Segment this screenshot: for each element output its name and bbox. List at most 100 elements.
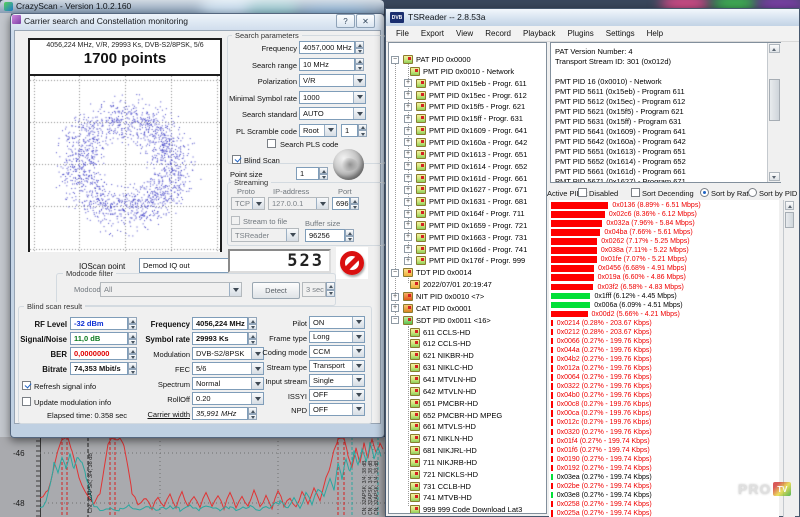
modcode-select[interactable]: All	[100, 282, 242, 297]
dropdown-field[interactable]: AUTO	[299, 107, 366, 120]
pid-row-text[interactable]: 0x0322 (0.27% - 199.76 Kbps)	[557, 383, 652, 390]
dropdown-field[interactable]: Single	[309, 374, 365, 387]
scrollbar-thumb[interactable]	[785, 212, 794, 228]
search-pls-checkbox[interactable]	[267, 139, 276, 148]
pat-scrollbar[interactable]	[767, 43, 781, 182]
spin-buttons[interactable]	[248, 332, 257, 345]
pid-row-text[interactable]: 0x03e8 (0.27% - 199.74 Kbps)	[557, 492, 652, 499]
expand-icon[interactable]: +	[404, 79, 412, 87]
menu-record[interactable]: Record	[479, 29, 517, 38]
interval-spin-buttons[interactable]	[326, 282, 335, 297]
sort-by-rate-radio[interactable]	[700, 188, 709, 197]
ip-address-select[interactable]: 127.0.0.1	[268, 197, 329, 210]
expand-icon[interactable]: +	[404, 210, 412, 218]
menu-view[interactable]: View	[450, 29, 479, 38]
pl-scramble-value-field[interactable]: 1	[341, 124, 358, 137]
pid-row-text[interactable]: 0x04ba (7.66% - 5.61 Mbps)	[604, 229, 692, 236]
menu-file[interactable]: File	[390, 29, 415, 38]
scroll-down-icon[interactable]	[769, 172, 780, 181]
scroll-up-icon[interactable]	[785, 201, 794, 210]
pid-row-text[interactable]: 0x04b2 (0.27% - 199.76 Kbps)	[557, 356, 652, 363]
point-size-spin-buttons[interactable]	[319, 167, 328, 180]
stream-to-file-checkbox[interactable]	[231, 216, 240, 225]
dropdown-field[interactable]: OFF	[309, 403, 365, 416]
help-button[interactable]: ?	[336, 14, 355, 28]
expand-icon[interactable]: +	[404, 233, 412, 241]
pid-row-text[interactable]: 0x02c6 (8.36% - 6.12 Mbps)	[609, 211, 697, 218]
refresh-signal-checkbox[interactable]	[22, 381, 31, 390]
expand-icon[interactable]: +	[404, 186, 412, 194]
dropdown-field[interactable]: Normal	[192, 377, 264, 390]
pid-row-text[interactable]: 0x0066 (0.27% - 199.76 Kbps)	[557, 338, 652, 345]
tsreader-titlebar[interactable]: DVB TSReader -- 2.8.53a	[386, 9, 799, 27]
pid-row-text[interactable]: 0x01fe (7.07% - 5.21 Mbps)	[601, 256, 687, 263]
pid-row-text[interactable]: 0x0456 (6.68% - 4.91 Mbps)	[598, 265, 686, 272]
expand-icon[interactable]: +	[391, 293, 399, 301]
pid-row-text[interactable]: 0x02be (0.27% - 199.74 Kbps)	[557, 483, 652, 490]
proto-select[interactable]: TCP	[231, 197, 265, 210]
expand-icon[interactable]: +	[404, 174, 412, 182]
pid-row-text[interactable]: 0x038a (7.11% - 5.22 Mbps)	[601, 247, 689, 254]
pid-row-text[interactable]: 0x025a (0.27% - 199.74 Kbps)	[557, 510, 652, 517]
expand-icon[interactable]: +	[404, 245, 412, 253]
pid-row-text[interactable]: 0x03ea (0.27% - 199.74 Kbps)	[557, 474, 652, 481]
expand-icon[interactable]: +	[404, 91, 412, 99]
dropdown-field[interactable]: 5/6	[192, 362, 264, 375]
value-field[interactable]: 4057,000 MHz	[299, 41, 355, 54]
value-field[interactable]: 4056,224 MHz	[192, 317, 248, 330]
spin-buttons[interactable]	[355, 58, 364, 71]
expand-icon[interactable]: +	[404, 257, 412, 265]
consumer-select[interactable]: TSReader	[231, 228, 299, 242]
value-field[interactable]: 10 MHz	[299, 58, 355, 71]
scroll-up-icon[interactable]	[769, 44, 780, 53]
port-spin-buttons[interactable]	[350, 197, 359, 210]
pid-scrollbar[interactable]	[783, 200, 795, 517]
menu-plugins[interactable]: Plugins	[561, 29, 599, 38]
dropdown-field[interactable]: OFF	[309, 389, 365, 402]
pid-row-text[interactable]: 0x01f6 (0.27% - 199.74 Kbps)	[557, 447, 650, 454]
value-field[interactable]: 11,0 dB	[70, 332, 128, 345]
collapse-icon[interactable]: −	[391, 316, 399, 324]
detect-button[interactable]: Detect	[252, 282, 300, 299]
collapse-icon[interactable]: −	[391, 269, 399, 277]
pid-row-text[interactable]: 0x0064 (0.27% - 199.76 Kbps)	[557, 374, 652, 381]
dropdown-field[interactable]: Long	[309, 331, 365, 344]
pid-row-text[interactable]: 0x012a (0.27% - 199.76 Kbps)	[557, 365, 652, 372]
spin-buttons[interactable]	[248, 317, 257, 330]
menu-export[interactable]: Export	[415, 29, 450, 38]
value-field[interactable]: 74,353 Mbit/s	[70, 362, 128, 375]
spin-buttons[interactable]	[128, 347, 137, 360]
expand-icon[interactable]: +	[404, 103, 412, 111]
spin-buttons[interactable]	[355, 41, 364, 54]
dropdown-field[interactable]: DVB-S2/8PSK	[192, 347, 264, 360]
dropdown-field[interactable]: Transport	[309, 360, 365, 373]
pid-row-text[interactable]: 0x0262 (7.17% - 5.25 Mbps)	[601, 238, 689, 245]
pid-row-text[interactable]: 0x00c8 (0.27% - 199.76 Kbps)	[557, 401, 652, 408]
expand-icon[interactable]: +	[404, 138, 412, 146]
blind-scan-checkbox[interactable]	[232, 155, 241, 164]
collapse-icon[interactable]: −	[391, 56, 399, 64]
pid-row-text[interactable]: 0x0212 (0.28% - 203.67 Kbps)	[557, 329, 652, 336]
pid-row-text[interactable]: 0x0192 (0.27% - 199.74 Kbps)	[557, 465, 652, 472]
detect-interval-field[interactable]: 3 sec	[302, 282, 326, 297]
pid-row-text[interactable]: 0x04b0 (0.27% - 199.76 Kbps)	[557, 392, 652, 399]
value-field[interactable]: 35,991 MHz	[192, 407, 248, 420]
expand-icon[interactable]: +	[404, 162, 412, 170]
expand-icon[interactable]: +	[404, 150, 412, 158]
crazyscan-window-titlebar[interactable]: CrazyScan - Version 1.0.2.160	[0, 0, 384, 14]
disabled-checkbox[interactable]	[578, 188, 587, 197]
pid-row-text[interactable]: 0x0136 (8.89% - 6.51 Mbps)	[612, 202, 700, 209]
value-field[interactable]: 0,0000000	[70, 347, 128, 360]
pid-row-text[interactable]: 0x012c (0.27% - 199.76 Kbps)	[557, 419, 652, 426]
expand-icon[interactable]: +	[404, 127, 412, 135]
pid-row-text[interactable]: 0x03f2 (6.58% - 4.83 Mbps)	[597, 284, 683, 291]
stop-icon[interactable]	[336, 247, 368, 279]
close-icon[interactable]: ✕	[356, 14, 375, 28]
expand-icon[interactable]: +	[404, 115, 412, 123]
sort-descending-checkbox[interactable]	[631, 188, 640, 197]
buffer-spin-buttons[interactable]	[345, 229, 354, 242]
update-modulation-checkbox[interactable]	[22, 397, 31, 406]
menu-help[interactable]: Help	[641, 29, 669, 38]
pid-row-text[interactable]: 0x0190 (0.27% - 199.74 Kbps)	[557, 456, 652, 463]
pid-row-text[interactable]: 0x00ca (0.27% - 199.76 Kbps)	[557, 410, 652, 417]
